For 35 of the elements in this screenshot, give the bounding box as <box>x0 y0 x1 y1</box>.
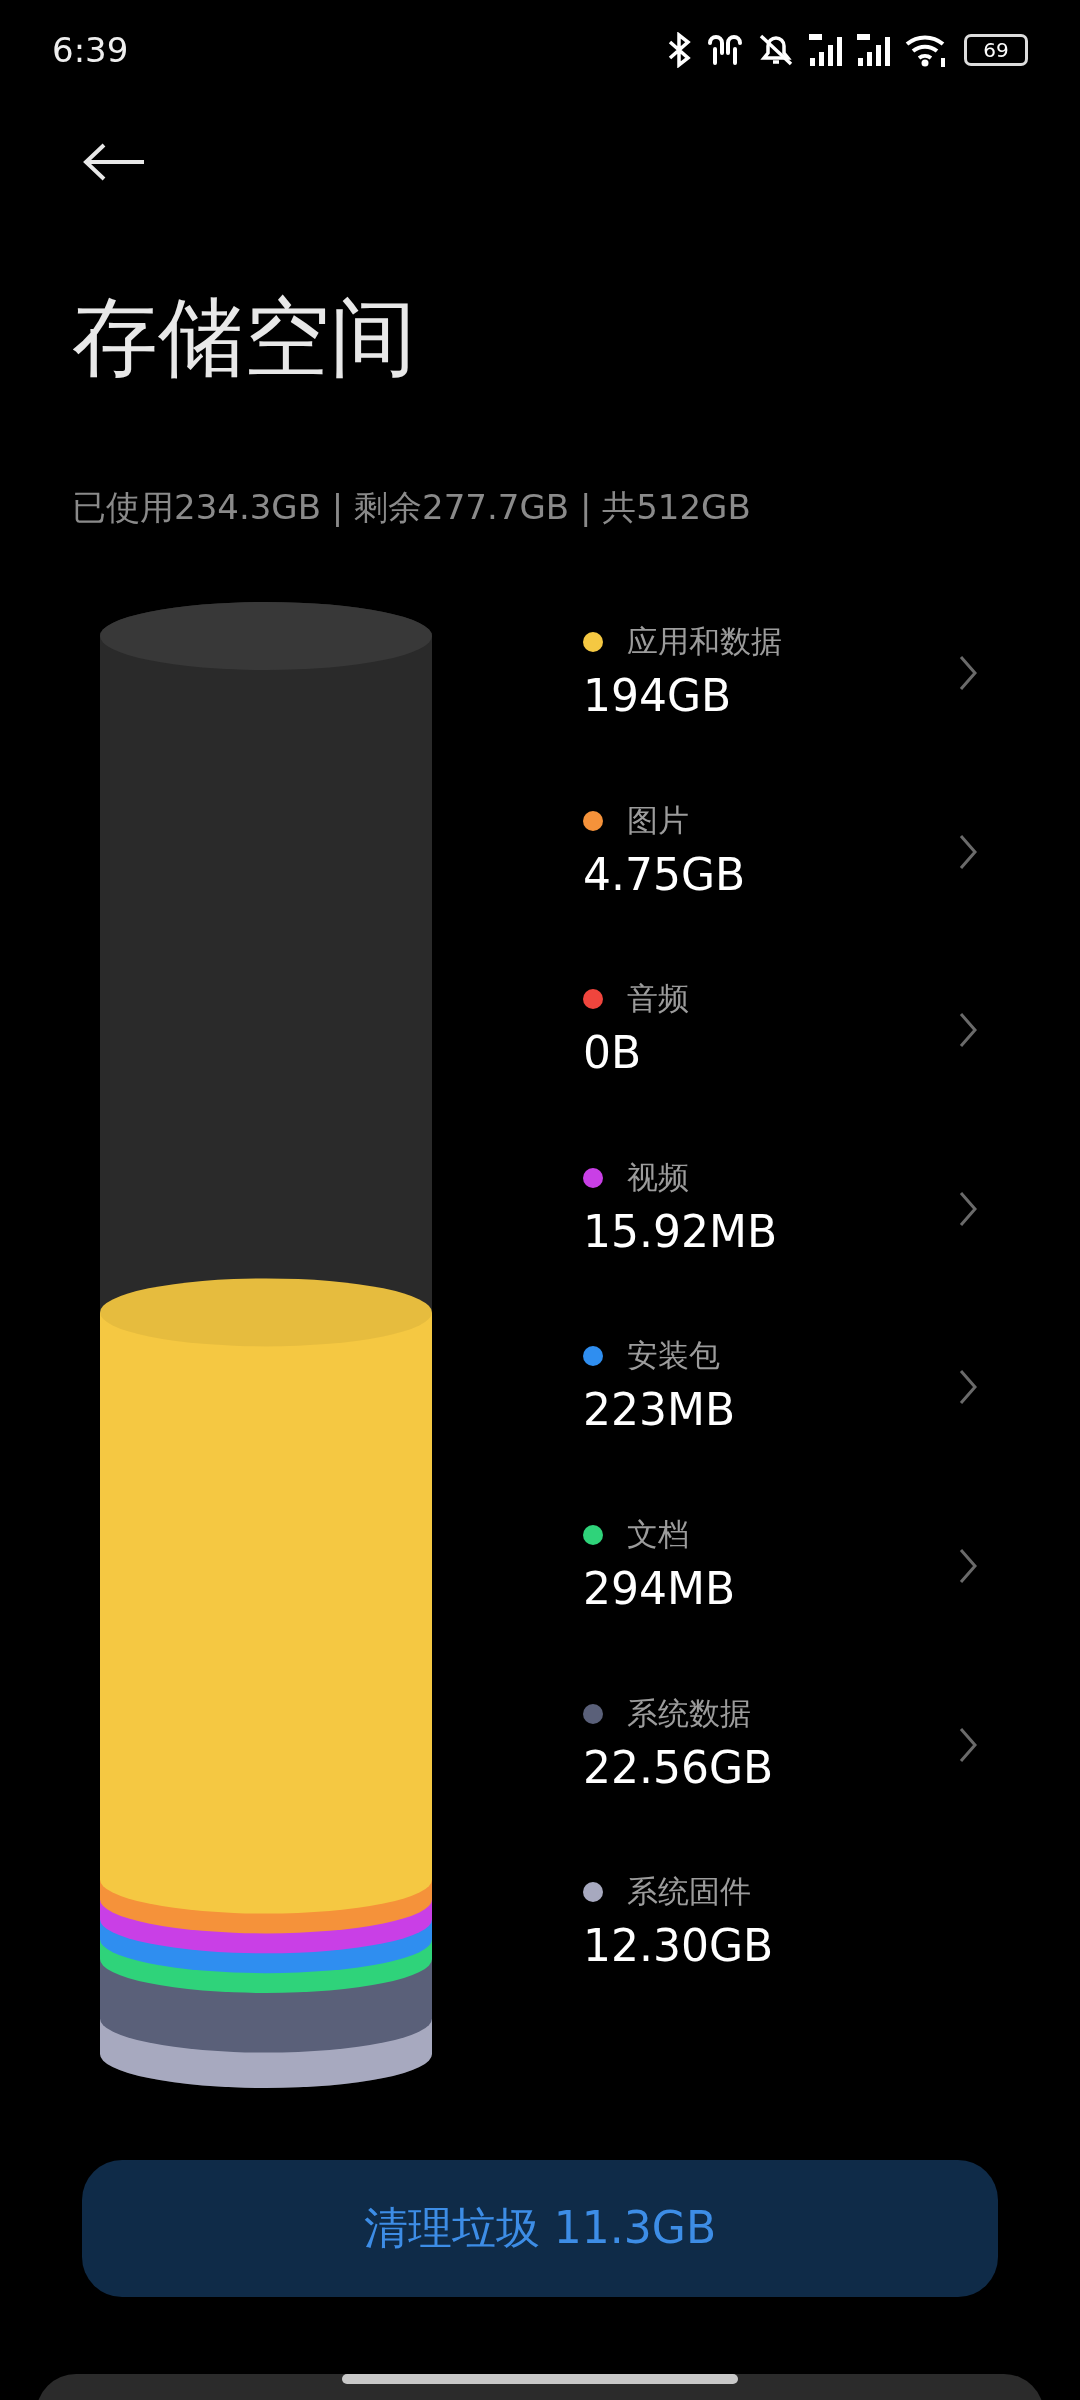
back-arrow-icon <box>82 142 146 182</box>
storage-category-item[interactable]: 音频 0B <box>583 977 1023 1156</box>
category-size: 4.75GB <box>583 850 746 899</box>
clean-junk-button[interactable]: 清理垃圾 11.3GB <box>82 2160 998 2297</box>
signal-icon <box>808 32 844 68</box>
category-size: 194GB <box>583 672 733 721</box>
category-label: 图片 <box>627 800 689 840</box>
back-button[interactable] <box>82 142 146 182</box>
earbuds-icon <box>706 33 744 67</box>
clock-time: 6:39 <box>52 30 129 70</box>
category-size: 294MB <box>583 1564 736 1614</box>
storage-category-item[interactable]: 安装包 223MB <box>583 1334 1023 1513</box>
storage-category-item[interactable]: 图片 4.75GB <box>583 798 1023 978</box>
category-label: 音频 <box>627 979 689 1019</box>
drag-handle[interactable] <box>342 2374 738 2384</box>
category-label: 系统固件 <box>627 1872 751 1912</box>
storage-category-item[interactable]: 视频 15.92MB <box>583 1155 1023 1335</box>
category-size: 15.92MB <box>583 1207 778 1257</box>
storage-category-item[interactable]: 系统固件 12.30GB <box>583 1870 1023 2049</box>
category-label: 安装包 <box>627 1336 720 1376</box>
storage-category-item[interactable]: 系统数据 22.56GB <box>583 1691 1023 1871</box>
category-size: 223MB <box>583 1386 736 1435</box>
category-size: 0B <box>583 1029 643 1078</box>
storage-category-item[interactable]: 应用和数据 194GB <box>583 620 1023 799</box>
signal-icon <box>856 32 892 68</box>
wifi-icon <box>904 32 948 68</box>
category-label: 文档 <box>627 1514 689 1554</box>
page-title: 存储空间 <box>72 294 417 380</box>
category-size: 22.56GB <box>583 1743 774 1792</box>
category-label: 视频 <box>627 1157 689 1197</box>
category-label: 系统数据 <box>627 1693 751 1733</box>
battery-level: 69 <box>983 40 1009 60</box>
category-label: 应用和数据 <box>627 622 782 661</box>
storage-category-item[interactable]: 文档 294MB <box>583 1512 1023 1692</box>
category-size: 12.30GB <box>583 1922 774 1971</box>
